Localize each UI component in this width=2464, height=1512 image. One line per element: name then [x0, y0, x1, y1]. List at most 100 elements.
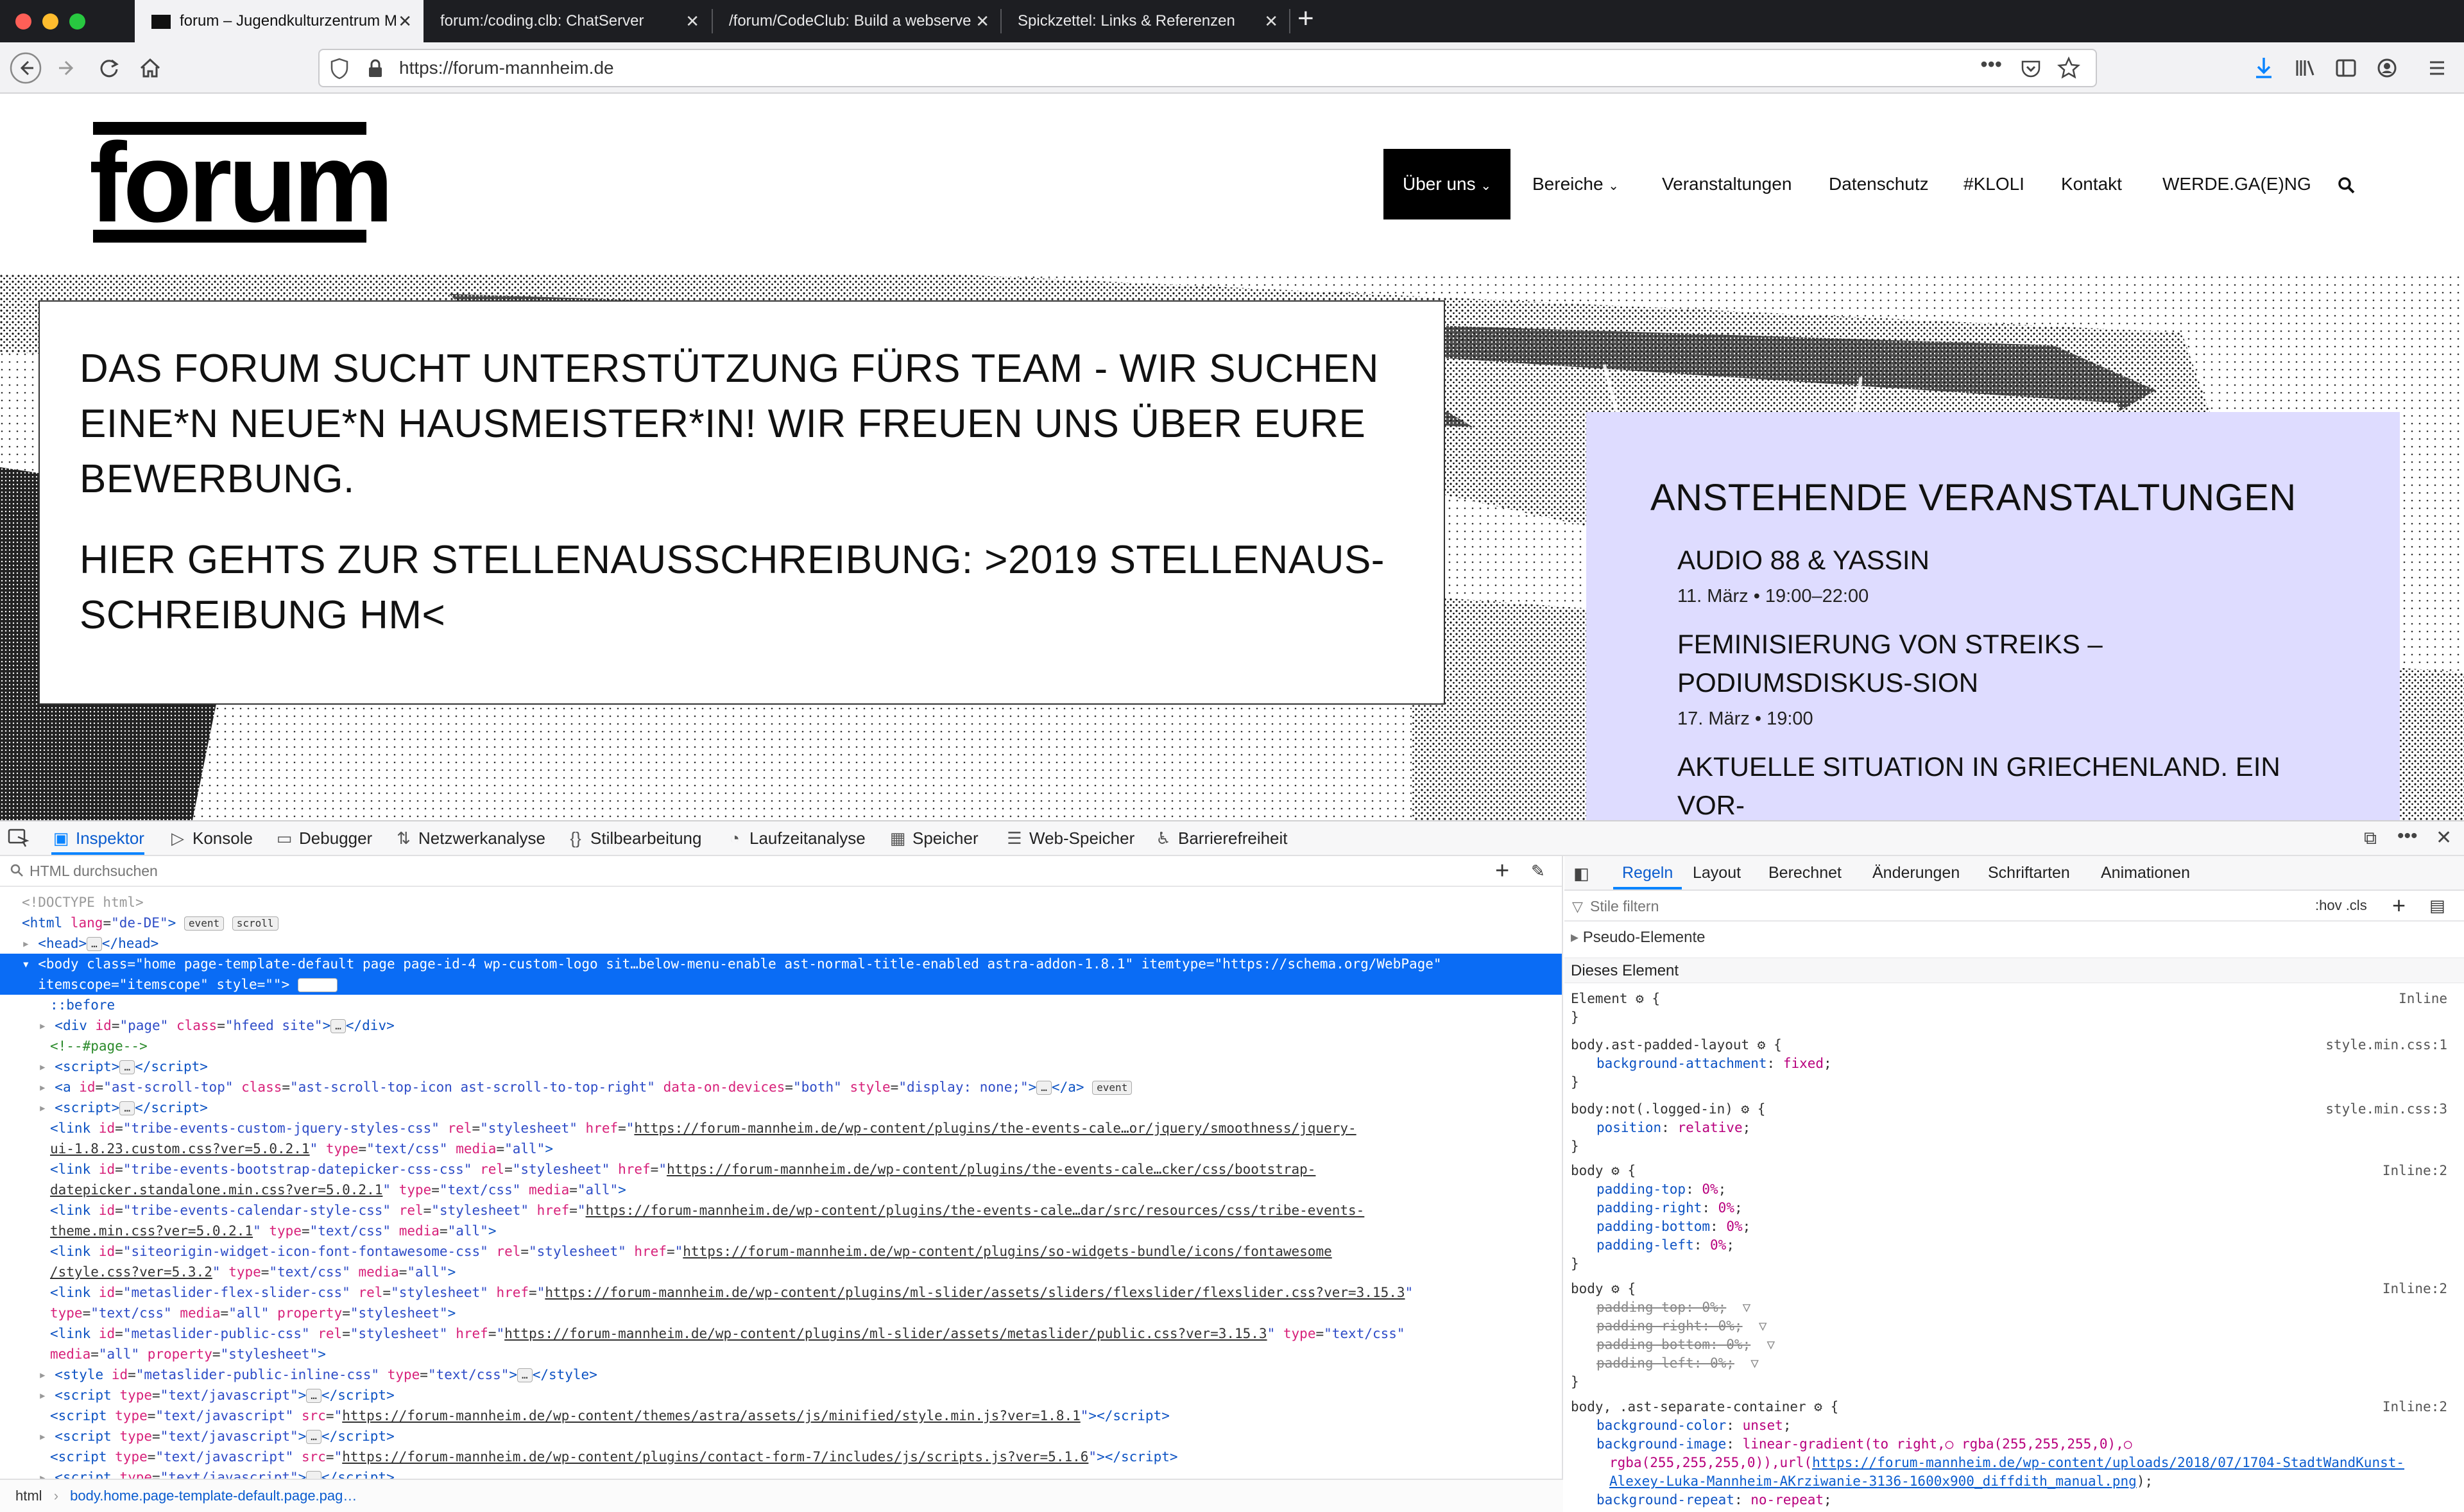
- tab-speicher[interactable]: ▦ Speicher: [888, 821, 979, 855]
- tab-inspektor[interactable]: ▣ Inspektor: [51, 821, 144, 855]
- home-icon[interactable]: [133, 51, 167, 85]
- browser-tab[interactable]: /forum/CodeClub: Build a webserve ✕: [712, 0, 1001, 42]
- css-rule[interactable]: body ⚙ {Inline:2 padding-top: 0%; ▽ padd…: [1571, 1280, 2456, 1391]
- shield-icon[interactable]: [330, 58, 349, 83]
- tab-netzwerkanalyse[interactable]: ⇅ Netzwerkanalyse: [394, 821, 545, 855]
- menu-item-bereiche[interactable]: Bereiche ⌄: [1532, 149, 1619, 219]
- menu-item-ueber-uns[interactable]: Über uns ⌄: [1383, 149, 1511, 219]
- dock-icon[interactable]: ⧉: [2364, 828, 2377, 849]
- close-window-button[interactable]: [15, 13, 31, 30]
- forward-icon[interactable]: [50, 51, 83, 85]
- close-tab-icon[interactable]: ✕: [1264, 0, 1278, 42]
- close-tab-icon[interactable]: ✕: [685, 0, 699, 42]
- markup-line[interactable]: datepicker.standalone.min.css?ver=5.0.2.…: [0, 1180, 1562, 1200]
- close-devtools-icon[interactable]: ✕: [2436, 827, 2452, 849]
- markup-line[interactable]: ▸ <script>… </script>: [0, 1097, 1562, 1118]
- css-rule[interactable]: body ⚙ {Inline:2 padding-top: 0%; paddin…: [1571, 1162, 2456, 1273]
- markup-line[interactable]: <script type="text/javascript" src="http…: [0, 1405, 1562, 1426]
- markup-line[interactable]: <link id="metaslider-public-css" rel="st…: [0, 1323, 1562, 1344]
- browser-tab[interactable]: forum:/coding.clb: ChatServer ✕: [424, 0, 711, 42]
- notice-link[interactable]: HIER GEHTS ZUR STELLENAUSSCHREIBUNG: >20…: [80, 533, 1404, 643]
- markup-line[interactable]: ▸ <a id="ast-scroll-top" class="ast-scro…: [0, 1077, 1562, 1097]
- library-icon[interactable]: [2288, 51, 2322, 85]
- markup-line[interactable]: <link id="tribe-events-custom-jquery-sty…: [0, 1118, 1562, 1138]
- close-tab-icon[interactable]: ✕: [975, 0, 989, 42]
- lock-icon[interactable]: [367, 59, 384, 82]
- markup-line[interactable]: ▸ <head>… </head>: [0, 933, 1562, 954]
- downloads-icon[interactable]: [2247, 51, 2280, 85]
- url-bar[interactable]: https://forum-mannheim.de •••: [318, 49, 2097, 87]
- markup-line[interactable]: ::before: [0, 995, 1562, 1015]
- markup-line[interactable]: ui-1.8.23.custom.css?ver=5.0.2.1" type="…: [0, 1138, 1562, 1159]
- markup-line[interactable]: <script type="text/javascript" src="http…: [0, 1447, 1562, 1467]
- markup-line[interactable]: theme.min.css?ver=5.0.2.1" type="text/cs…: [0, 1221, 1562, 1241]
- toggle-sidebar-icon[interactable]: ◧: [1573, 864, 1589, 884]
- css-rule[interactable]: Element ⚙ {Inline }: [1571, 990, 2456, 1027]
- markup-line[interactable]: <html lang="de-DE"> event scroll: [0, 913, 1562, 933]
- markup-line[interactable]: media="all" property="stylesheet">: [0, 1344, 1562, 1364]
- element-picker-icon[interactable]: [8, 828, 30, 852]
- pocket-icon[interactable]: [2020, 58, 2042, 83]
- markup-line[interactable]: ▸ <script type="text/javascript">… </scri…: [0, 1385, 1562, 1405]
- sidebar-icon[interactable]: [2329, 51, 2363, 85]
- tab-barrierefreiheit[interactable]: ♿ Barrierefreiheit: [1154, 821, 1287, 855]
- markup-line[interactable]: <!DOCTYPE html>: [0, 892, 1562, 913]
- html-search-input[interactable]: [30, 860, 1441, 882]
- markup-line[interactable]: type="text/css" media="all" property="st…: [0, 1303, 1562, 1323]
- tab-web-speicher[interactable]: ☰ Web-Speicher: [1005, 821, 1134, 855]
- hamburger-menu-icon[interactable]: [2420, 51, 2454, 85]
- tab-schriftarten[interactable]: Schriftarten: [1988, 856, 2070, 889]
- pseudo-class-toggle[interactable]: :hov .cls: [2315, 897, 2367, 914]
- css-rule[interactable]: body:not(.logged-in) ⚙ {style.min.css:3 …: [1571, 1100, 2456, 1156]
- menu-item-veranstaltungen[interactable]: Veranstaltungen: [1662, 149, 1792, 219]
- rules-filter-input[interactable]: [1590, 896, 2232, 916]
- markup-line[interactable]: <link id="metaslider-flex-slider-css" re…: [0, 1282, 1562, 1303]
- more-options-icon[interactable]: •••: [2397, 825, 2418, 847]
- markup-line[interactable]: <!--#page-->: [0, 1036, 1562, 1056]
- tab-aenderungen[interactable]: Änderungen: [1872, 856, 1960, 889]
- markup-line[interactable]: ▸ <script>… </script>: [0, 1056, 1562, 1077]
- eyedropper-icon[interactable]: ✎: [1531, 861, 1545, 881]
- event-title[interactable]: AUDIO 88 & YASSIN: [1677, 541, 2332, 580]
- menu-item-datenschutz[interactable]: Datenschutz: [1829, 149, 1929, 219]
- tab-layout[interactable]: Layout: [1693, 856, 1741, 889]
- page-actions-icon[interactable]: •••: [1980, 53, 2002, 76]
- tab-regeln[interactable]: Regeln: [1613, 856, 1682, 889]
- menu-item-werde-gaeng[interactable]: WERDE.GA(E)NG: [2162, 149, 2311, 219]
- markup-line[interactable]: <link id="tribe-events-calendar-style-cs…: [0, 1200, 1562, 1221]
- search-icon[interactable]: [2337, 149, 2356, 219]
- add-node-icon[interactable]: +: [1495, 857, 1509, 885]
- css-rule[interactable]: body, .ast-separate-container ⚙ {Inline:…: [1571, 1398, 2456, 1509]
- markup-line[interactable]: ▸ <style id="metaslider-public-inline-cs…: [0, 1364, 1562, 1385]
- pseudo-elements-toggle[interactable]: ▸ Pseudo-Elemente: [1571, 928, 2456, 947]
- markup-line-selected[interactable]: ▾ <body class="home page-template-defaul…: [0, 954, 1562, 995]
- browser-tab[interactable]: Spickzettel: Links & Referenzen ✕: [1001, 0, 1290, 42]
- back-icon[interactable]: [9, 51, 42, 85]
- site-logo[interactable]: forum: [89, 122, 394, 243]
- print-media-icon[interactable]: ▤: [2429, 896, 2445, 916]
- markup-line[interactable]: <link id="tribe-events-bootstrap-datepic…: [0, 1159, 1562, 1180]
- tab-debugger[interactable]: ▭ Debugger: [275, 821, 373, 855]
- markup-line[interactable]: ▸ <div id="page" class="hfeed site">… </d…: [0, 1015, 1562, 1036]
- minimize-window-button[interactable]: [42, 13, 58, 30]
- menu-item-kloli[interactable]: #KLOLI: [1964, 149, 2024, 219]
- markup-line[interactable]: /style.css?ver=5.3.2" type="text/css" me…: [0, 1262, 1562, 1282]
- tab-konsole[interactable]: ▷ Konsole: [168, 821, 253, 855]
- account-icon[interactable]: [2370, 51, 2404, 85]
- tab-animationen[interactable]: Animationen: [2101, 856, 2190, 889]
- event-title[interactable]: FEMINISIERUNG VON STREIKS – PODIUMSDISKU…: [1677, 625, 2332, 702]
- markup-line[interactable]: ▸ <script type="text/javascript">… </scri…: [0, 1426, 1562, 1447]
- new-tab-icon[interactable]: +: [1297, 3, 1314, 35]
- css-rule[interactable]: body.ast-padded-layout ⚙ {style.min.css:…: [1571, 1036, 2456, 1092]
- browser-tab[interactable]: forum – Jugendkulturzentrum M ✕: [135, 0, 424, 42]
- reload-icon[interactable]: [92, 51, 126, 85]
- tab-berechnet[interactable]: Berechnet: [1768, 856, 1842, 889]
- bookmark-star-icon[interactable]: [2057, 56, 2081, 83]
- add-rule-icon[interactable]: +: [2392, 892, 2406, 919]
- event-title[interactable]: AKTUELLE SITUATION IN GRIECHENLAND. EIN …: [1677, 748, 2332, 820]
- close-tab-icon[interactable]: ✕: [398, 0, 412, 42]
- markup-line[interactable]: <link id="siteorigin-widget-icon-font-fo…: [0, 1241, 1562, 1262]
- url-text[interactable]: https://forum-mannheim.de: [399, 50, 614, 86]
- tab-stilbearbeitung[interactable]: {} Stilbearbeitung: [566, 821, 701, 855]
- tab-laufzeitanalyse[interactable]: ◔ Laufzeitanalyse: [725, 821, 866, 855]
